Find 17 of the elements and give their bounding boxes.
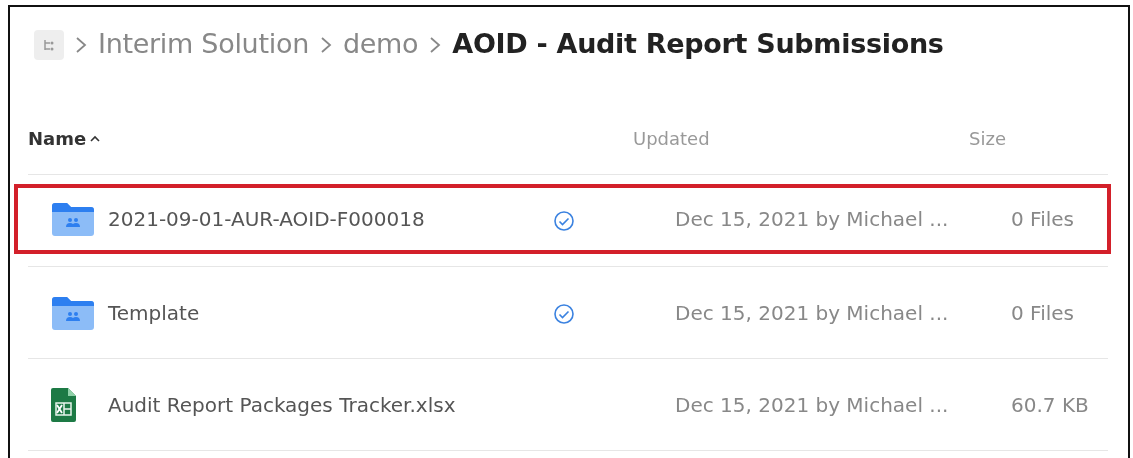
column-header[interactable]: Name	[28, 124, 87, 152]
breadcrumb-link[interactable]: demo	[342, 24, 419, 65]
updated-text: Dec 15, 2021 by Michael ...	[675, 392, 949, 417]
breadcrumb-link[interactable]: Interim Solution	[98, 24, 309, 65]
chevron-icon	[74, 35, 88, 54]
shared-folder-icon	[50, 200, 96, 238]
chevron-icon	[428, 35, 443, 54]
file-name[interactable]: Template	[108, 300, 200, 325]
spreadsheet-icon	[50, 385, 78, 424]
folder-tree-icon[interactable]	[34, 29, 64, 60]
file-name[interactable]: Audit Report Packages Tracker.xlsx	[108, 392, 456, 417]
size-text: 60.7 KB	[1011, 392, 1089, 417]
file-name[interactable]: 2021-09-01-AUR-AOID-F000018	[108, 207, 425, 231]
updated-text: Dec 15, 2021 by Michael ...	[675, 300, 949, 325]
size-text: 0 Files	[1011, 207, 1074, 231]
updated-text: Dec 15, 2021 by Michael ...	[675, 207, 949, 231]
size-text: 0 Files	[1011, 300, 1074, 325]
